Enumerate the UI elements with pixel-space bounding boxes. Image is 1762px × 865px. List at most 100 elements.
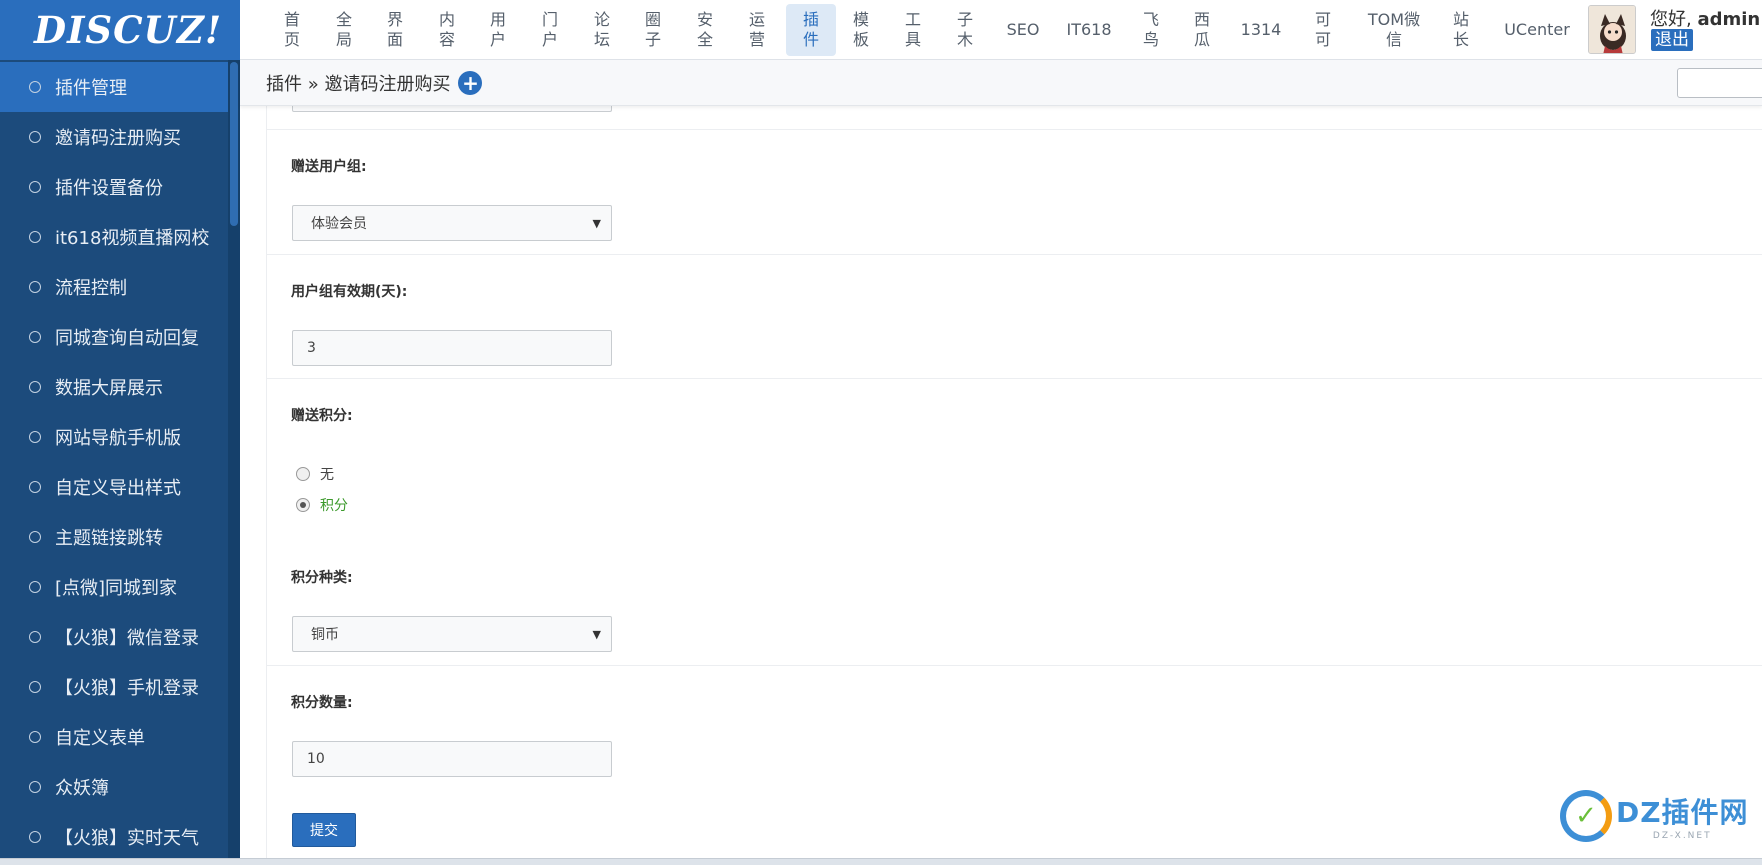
circle-icon [29,381,41,393]
circle-icon [29,331,41,343]
breadcrumb-text: 插件 » 邀请码注册购买 [266,73,451,95]
nav-global[interactable]: 全 局 [326,4,362,56]
nav-tools[interactable]: 工 具 [895,4,931,56]
radio-label: 积分 [320,498,348,514]
divider [267,665,1762,666]
sidebar-item-invite-code[interactable]: 邀请码注册购买 [0,112,230,162]
radio-checked-icon[interactable] [296,498,310,512]
watermark-text: DZ插件网 DZ-X.NET [1616,791,1749,841]
sidebar-item-plugin-management[interactable]: 插件管理 [0,62,230,112]
circle-icon [29,481,41,493]
sidebar-item-label: 自定义表单 [55,728,145,749]
credit-amount-input[interactable]: 10 [292,741,612,777]
circle-icon [29,81,41,93]
credit-amount-label: 积分数量: [291,695,353,711]
sidebar-item-export-style[interactable]: 自定义导出样式 [0,462,230,512]
chevron-down-icon: ▼ [592,628,601,641]
sidebar-item-custom-form[interactable]: 自定义表单 [0,712,230,762]
group-select-value: 体验会员 [311,216,367,232]
avatar-image [1589,6,1635,53]
nav-xigua[interactable]: 西 瓜 [1184,4,1220,56]
nav-1314[interactable]: 1314 [1238,4,1284,56]
radio-unchecked-icon[interactable] [296,467,310,481]
sidebar-item-label: 【火狼】手机登录 [55,678,199,699]
credit-option-points[interactable]: 积分 [296,495,348,515]
circle-icon [29,131,41,143]
sidebar-scrollbar-thumb[interactable] [230,62,238,226]
nav-plugin[interactable]: 插 件 [786,4,836,56]
sidebar-item-thread-redirect[interactable]: 主题链接跳转 [0,512,230,562]
sidebar-item-label: 网站导航手机版 [55,428,181,449]
circle-icon [29,631,41,643]
nav-portal[interactable]: 门 户 [532,4,568,56]
nav-zimu[interactable]: 子 木 [947,4,983,56]
username: admin [1697,9,1761,30]
nav-tom-weixin[interactable]: TOM微 信 [1358,4,1430,56]
nav-operation[interactable]: 运 营 [739,4,775,56]
watermark-logo: ✓ DZ插件网 DZ-X.NET [1560,790,1749,842]
form-content: 赠送用户组: 体验会员 ▼ 用户组有效期(天): 3 赠送积分: 无 积分 积分… [266,100,1762,865]
sidebar-item-settings-backup[interactable]: 插件设置备份 [0,162,230,212]
sidebar-item-label: 邀请码注册购买 [55,128,181,149]
credit-type-value: 铜币 [311,627,339,643]
add-plus-icon[interactable]: + [458,70,483,95]
sidebar-item-label: 流程控制 [55,278,127,299]
sidebar-item-label: 插件设置备份 [55,178,163,199]
sidebar-item-wechat-login[interactable]: 【火狼】微信登录 [0,612,230,662]
watermark-main: DZ插件网 [1616,796,1749,829]
nav-webmaster[interactable]: 站 长 [1443,4,1479,56]
circle-icon [29,181,41,193]
sidebar-scrollbar[interactable] [228,60,240,865]
greeting-prefix: 您好, [1650,9,1698,30]
nav-interface[interactable]: 界 面 [377,4,413,56]
sidebar-item-flow-control[interactable]: 流程控制 [0,262,230,312]
nav-template[interactable]: 模 板 [843,4,879,56]
group-select[interactable]: 体验会员 ▼ [292,205,612,241]
validity-label: 用户组有效期(天): [291,284,408,300]
sidebar-item-label: 【火狼】微信登录 [55,628,199,649]
logo-area[interactable]: DISCUZ! [0,0,240,60]
user-greeting: 您好, admin [1650,5,1760,31]
circle-icon [29,681,41,693]
circle-icon [29,531,41,543]
nav-feiniao[interactable]: 飞 鸟 [1133,4,1169,56]
nav-content[interactable]: 内 容 [429,4,465,56]
nav-user[interactable]: 用 户 [480,4,516,56]
credit-type-select[interactable]: 铜币 ▼ [292,616,612,652]
breadcrumb: 插件 » 邀请码注册购买 + [240,60,1762,106]
sidebar-item-label: [点微]同城到家 [55,578,178,599]
sidebar-item-phone-login[interactable]: 【火狼】手机登录 [0,662,230,712]
sidebar-item-label: 主题链接跳转 [55,528,163,549]
sidebar-item-data-screen[interactable]: 数据大屏展示 [0,362,230,412]
credit-option-none[interactable]: 无 [296,464,334,484]
nav-ucenter[interactable]: UCenter [1495,4,1579,56]
avatar[interactable] [1588,5,1636,54]
divider [267,378,1762,379]
sidebar-item-it618-live[interactable]: it618视频直播网校 [0,212,230,262]
circle-icon [29,731,41,743]
sidebar-item-label: 插件管理 [55,78,127,99]
sidebar-item-label: 同城查询自动回复 [55,328,199,349]
divider [267,129,1762,130]
nav-security[interactable]: 安 全 [687,4,723,56]
nav-it618[interactable]: IT618 [1062,4,1116,56]
nav-forum[interactable]: 论 坛 [584,4,620,56]
sidebar-item-mobile-nav[interactable]: 网站导航手机版 [0,412,230,462]
submit-button[interactable]: 提交 [292,813,356,847]
logo: DISCUZ! [34,8,223,52]
sidebar-item-label: 数据大屏展示 [55,378,163,399]
sidebar-item-city-auto-reply[interactable]: 同城查询自动回复 [0,312,230,362]
sidebar-item-zhongyaobu[interactable]: 众妖簿 [0,762,230,812]
radio-label: 无 [320,467,334,483]
nav-seo[interactable]: SEO [1000,4,1046,56]
sidebar-item-label: 众妖簿 [55,778,109,799]
validity-input[interactable]: 3 [292,330,612,366]
sidebar-item-city-home[interactable]: [点微]同城到家 [0,562,230,612]
nav-group[interactable]: 圈 子 [635,4,671,56]
nav-home[interactable]: 首 页 [274,4,310,56]
search-input[interactable] [1677,68,1762,98]
sidebar-item-label: 【火狼】实时天气 [55,828,199,849]
sidebar-item-weather[interactable]: 【火狼】实时天气 [0,812,230,862]
nav-keke[interactable]: 可 可 [1305,4,1341,56]
logout-button[interactable]: 退出 [1651,29,1693,51]
